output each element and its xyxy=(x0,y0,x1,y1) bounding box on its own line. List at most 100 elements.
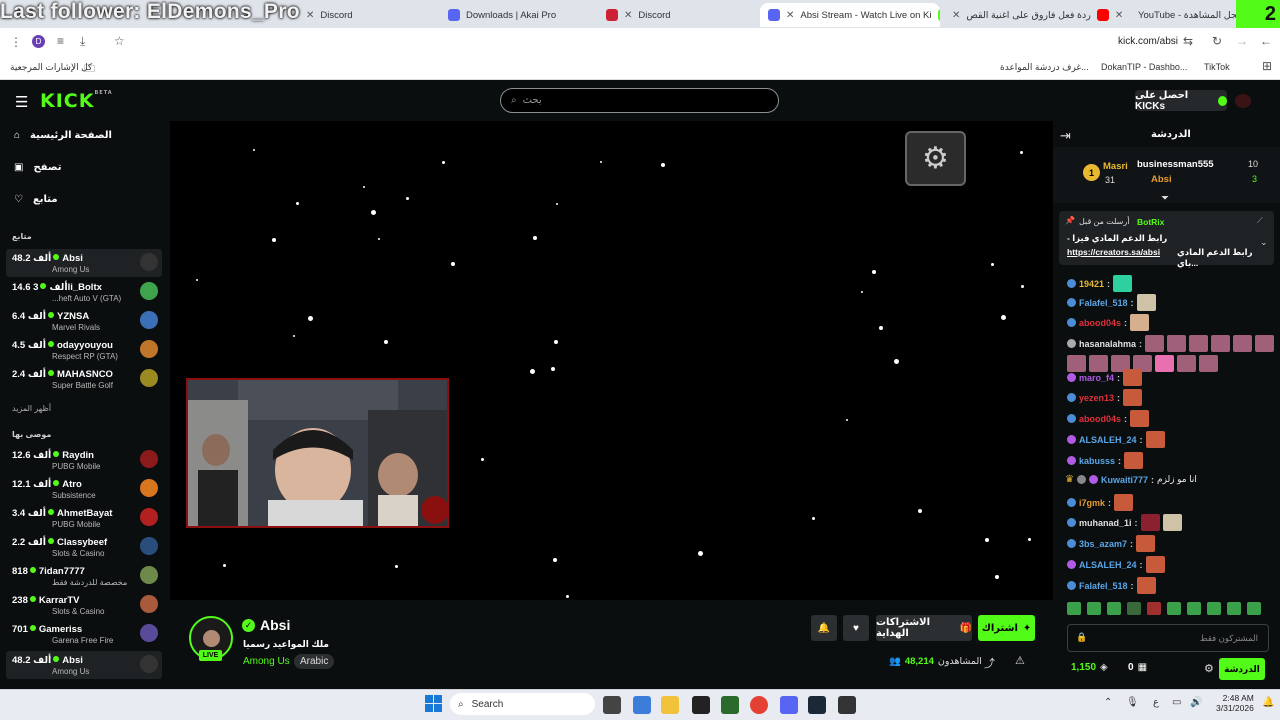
chat-message[interactable]: Falafel_518: xyxy=(1067,294,1156,311)
send-chat-button[interactable]: الدردشة xyxy=(1219,658,1265,680)
app-icon[interactable] xyxy=(838,696,856,714)
follow-heart-button[interactable]: ♥ xyxy=(843,615,869,641)
sidebar-channel-absi[interactable]: 48.2 ألف Absi Among Us xyxy=(6,249,162,277)
apps-grid-icon[interactable]: ⊞ xyxy=(1262,59,1272,73)
chat-message[interactable]: yezen13: xyxy=(1067,389,1143,406)
collapse-chat-icon[interactable]: ⇥ xyxy=(1060,128,1071,144)
leader-name[interactable]: Absi xyxy=(1151,174,1172,185)
gift-subs-button[interactable]: الاشتراكات الهداية 🎁 xyxy=(876,615,972,641)
get-kicks-button[interactable]: احصل على KICKs xyxy=(1135,90,1227,112)
tray-chevron-icon[interactable]: ⌃ xyxy=(1104,697,1112,708)
close-icon[interactable]: ✕ xyxy=(786,10,794,21)
close-icon[interactable]: ✕ xyxy=(952,10,960,21)
browser-tab-active[interactable]: ✕ Absi Stream - Watch Live on Ki xyxy=(760,3,940,27)
browser-tab[interactable]: YouTube - سجل المشاهدة xyxy=(1130,3,1240,27)
channel-points[interactable]: 1,150 ◈ xyxy=(1071,662,1108,673)
all-bookmarks[interactable]: كل الإشارات المرجعية xyxy=(10,62,92,73)
nav-browse[interactable]: ▣ تصفح xyxy=(14,162,61,173)
nav-following[interactable]: ♡ متابع xyxy=(14,194,58,205)
emote-option[interactable] xyxy=(1147,602,1161,615)
reload-icon[interactable]: ↻ xyxy=(1212,34,1222,48)
discord-icon[interactable] xyxy=(780,696,798,714)
browser-tab[interactable]: ✕ ردة فعل فاروق على اغنية القص ✕ xyxy=(944,3,1124,27)
star-icon[interactable]: ☆ xyxy=(114,34,125,48)
sidebar-channel[interactable]: 6.4 ألف YZNSA Marvel Rivals xyxy=(6,307,162,335)
sidebar-channel[interactable]: 701 Gameriss Garena Free Fire xyxy=(6,620,162,648)
nav-home[interactable]: ⌂ الصفحة الرئيسية xyxy=(14,130,112,141)
explorer-icon[interactable] xyxy=(661,696,679,714)
emote-option[interactable] xyxy=(1087,602,1101,615)
kicks-balance[interactable]: 0 ▦ xyxy=(1128,662,1147,673)
video-player[interactable] xyxy=(170,121,1053,600)
sidebar-channel[interactable]: 3.4 ألف AhmetBayat PUBG Mobile xyxy=(6,504,162,532)
profile-avatar[interactable]: D xyxy=(32,35,45,48)
streamer-name[interactable]: Absi xyxy=(260,617,290,633)
close-icon[interactable]: ✕ xyxy=(1115,10,1123,21)
emote-option[interactable] xyxy=(1247,602,1261,615)
chat-message[interactable]: Falafel_518: xyxy=(1067,577,1156,594)
input-language[interactable]: ع xyxy=(1153,697,1159,708)
share-icon[interactable]: ⤴ xyxy=(984,655,995,671)
edge-icon[interactable] xyxy=(633,696,651,714)
hamburger-menu-icon[interactable]: ☰ xyxy=(15,93,28,111)
sidebar-channel[interactable]: 818 7idan7777 مخصصة للدردشة فقط xyxy=(6,562,162,590)
chat-message[interactable]: hasanalahma: xyxy=(1067,335,1275,372)
chat-input[interactable]: 🔒 المشتركون فقط xyxy=(1067,624,1269,652)
chat-message[interactable]: abood04s: xyxy=(1067,410,1150,427)
chat-message[interactable]: muhanad_1i: xyxy=(1067,514,1182,531)
notification-bell-button[interactable]: 🔔 xyxy=(811,615,837,641)
chat-message[interactable]: i7gmk: xyxy=(1067,494,1134,511)
chat-message[interactable]: ALSALEH_24: xyxy=(1067,431,1165,448)
pinned-message[interactable]: 📌 أرسلت من قبل BotRix ⟋ - رابط الدعم الم… xyxy=(1059,211,1274,268)
chat-message[interactable]: kabusss: xyxy=(1067,452,1144,469)
sidebar-channel-absi[interactable]: 48.2 ألف Absi Among Us xyxy=(6,651,162,679)
chat-message[interactable]: 19421: xyxy=(1067,275,1133,292)
chat-message[interactable]: 3bs_azam7: xyxy=(1067,535,1156,552)
filter-icon[interactable]: ⏷ xyxy=(1161,193,1169,204)
chat-message[interactable]: ALSALEH_24: xyxy=(1067,556,1165,573)
browser-tab[interactable]: ✕ Discord xyxy=(298,3,428,27)
network-icon[interactable]: ▭ xyxy=(1172,697,1181,708)
leader-name[interactable]: Masri xyxy=(1103,161,1128,172)
bookmark-item[interactable]: DokanTIP - Dashbo... xyxy=(1101,62,1187,72)
stream-category[interactable]: Among Us xyxy=(243,656,290,667)
leader-name[interactable]: businessman555 xyxy=(1137,159,1214,170)
sidebar-channel[interactable]: 12.6 ألف Raydin PUBG Mobile xyxy=(6,446,162,474)
close-icon[interactable]: ✕ xyxy=(624,10,632,21)
emote-option[interactable] xyxy=(1067,602,1081,615)
app-icon[interactable] xyxy=(721,696,739,714)
close-icon[interactable]: ✕ xyxy=(306,10,314,21)
emote-option[interactable] xyxy=(1167,602,1181,615)
emote-option[interactable] xyxy=(1187,602,1201,615)
browser-tab[interactable]: ✕ Discord xyxy=(598,3,754,27)
browser-tab[interactable]: Downloads | Akai Pro xyxy=(440,3,590,27)
bookmark-item[interactable]: TikTok xyxy=(1204,62,1230,72)
mic-icon[interactable]: 🎙 xyxy=(1126,697,1139,708)
chat-message[interactable]: ♛ Kuwaiti777: انا مو زلزم xyxy=(1065,474,1197,485)
unpin-icon[interactable]: ⟋ xyxy=(1257,216,1263,226)
chrome-icon[interactable] xyxy=(750,696,768,714)
url-field[interactable]: kick.com/absi xyxy=(1118,36,1178,47)
sidebar-channel[interactable]: 4.5 ألف odayyouyou Respect RP (GTA) xyxy=(6,336,162,364)
emote-option[interactable] xyxy=(1227,602,1241,615)
media-icon[interactable]: ≡ xyxy=(57,34,64,48)
search-input[interactable]: ⌕ بحث xyxy=(500,88,779,113)
settings-gear-icon[interactable]: ⚙ xyxy=(905,131,966,186)
sidebar-channel[interactable]: 12.1 ألف Atro Subsistence xyxy=(6,475,162,503)
forward-icon[interactable]: → xyxy=(1236,34,1248,48)
sidebar-channel[interactable]: 238 KarrarTV Slots & Casino xyxy=(6,591,162,619)
sidebar-channel[interactable]: 2.2 ألف Classybeef Slots & Casino xyxy=(6,533,162,561)
sidebar-channel[interactable]: 14.6 ألف3li_Boltx ...heft Auto V (GTA) xyxy=(6,278,162,306)
taskbar-search[interactable]: ⌕ Search xyxy=(450,693,595,715)
subscribe-button[interactable]: اشتراك ✦ xyxy=(978,615,1035,641)
bookmark-item[interactable]: غرف دردشة المواعدة... xyxy=(1000,62,1089,73)
clock[interactable]: 2:48 AM 3/31/2026 xyxy=(1216,693,1254,713)
tune-icon[interactable]: ⇆ xyxy=(1183,34,1193,48)
emote-option[interactable] xyxy=(1107,602,1121,615)
notifications-icon[interactable]: 🔔 xyxy=(1262,697,1274,708)
download-icon[interactable]: ⤓ xyxy=(80,34,85,49)
volume-icon[interactable]: 🔊 xyxy=(1190,697,1202,708)
back-icon[interactable]: ← xyxy=(1260,34,1272,48)
chat-message[interactable]: maro_f4: xyxy=(1067,369,1143,386)
chat-message[interactable]: abood04s: xyxy=(1067,314,1150,331)
